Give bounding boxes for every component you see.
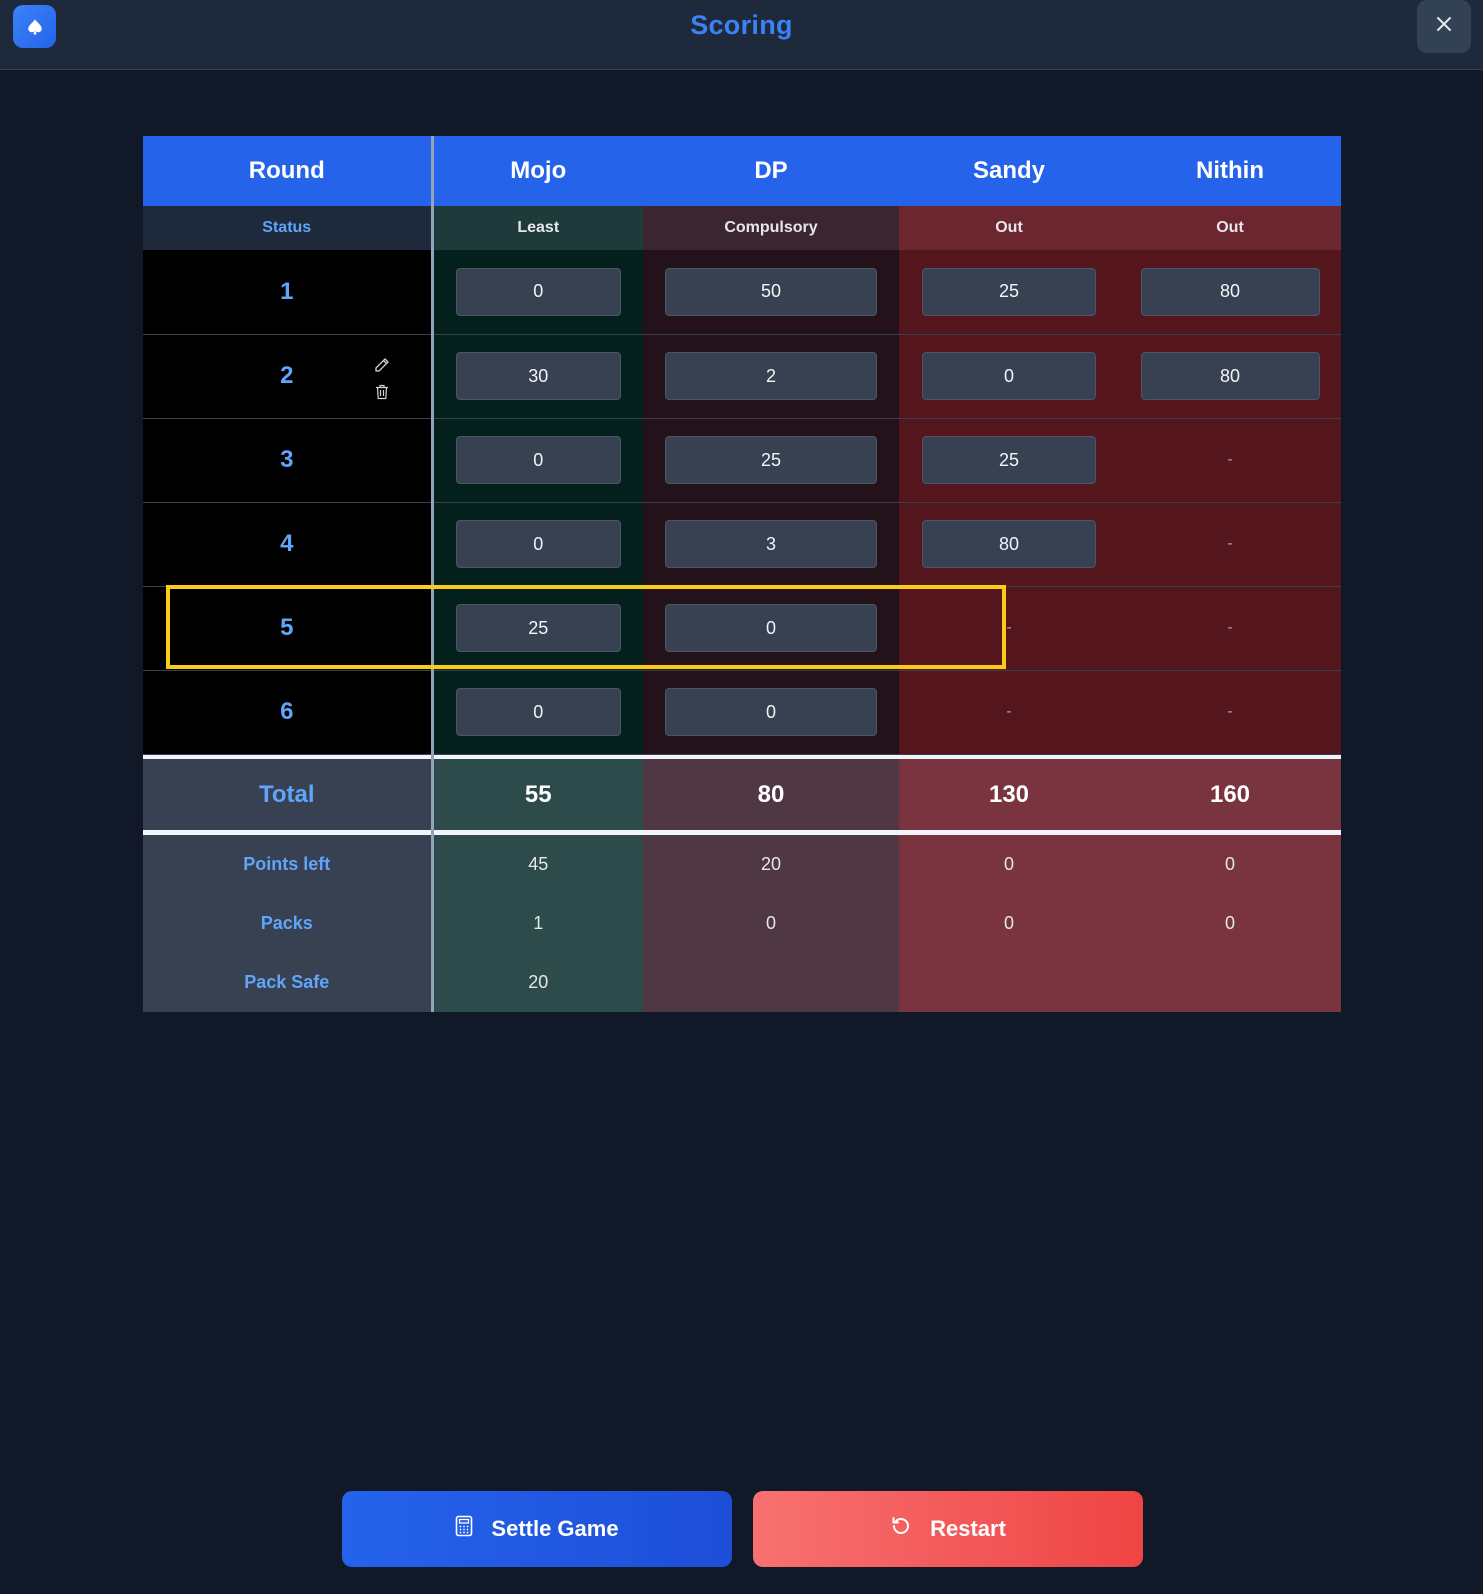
top-bar: Scoring — [0, 0, 1483, 70]
round-number: 2 — [280, 362, 294, 389]
score-input[interactable]: 25 — [922, 267, 1096, 316]
empty-score: - — [1227, 703, 1233, 720]
edit-pencil-icon[interactable] — [374, 357, 390, 378]
page-title: Scoring — [690, 10, 793, 40]
score-input[interactable]: 0 — [665, 604, 877, 652]
round-number: 6 — [280, 698, 294, 725]
header-player-sandy: Sandy — [899, 136, 1119, 206]
pack-safe-value — [1119, 953, 1341, 1012]
packs-value: 1 — [432, 894, 643, 953]
status-dp: Compulsory — [643, 206, 899, 250]
calculator-icon — [455, 1515, 473, 1543]
packs-value: 0 — [899, 894, 1119, 953]
total-sandy: 130 — [899, 759, 1119, 830]
points-left-label: Points left — [143, 835, 434, 894]
row-actions — [373, 357, 391, 405]
score-input[interactable]: 80 — [1140, 352, 1320, 400]
points-left-value: 45 — [432, 835, 643, 894]
status-nithin: Out — [1119, 206, 1341, 250]
status-sandy: Out — [899, 206, 1119, 250]
score-input[interactable]: 30 — [455, 352, 621, 400]
round-row: 1 0 50 25 80 — [143, 250, 1341, 335]
score-input[interactable]: 0 — [922, 352, 1096, 400]
score-input[interactable]: 80 — [922, 520, 1096, 568]
pack-safe-value: 20 — [432, 953, 643, 1012]
packs-row: Packs 1 0 0 0 — [143, 894, 1341, 953]
round-row: 5 25 0 - - — [143, 586, 1341, 671]
round-number: 1 — [280, 277, 294, 305]
header-round: Round — [143, 136, 434, 206]
empty-score: - — [1227, 619, 1233, 636]
table-header-row: Round Mojo DP Sandy Nithin — [143, 136, 1341, 206]
score-input[interactable]: 0 — [665, 688, 877, 736]
empty-score: - — [1227, 535, 1233, 552]
empty-score: - — [1006, 703, 1012, 720]
round-row: 3 0 25 25 - — [143, 418, 1341, 503]
total-nithin: 160 — [1119, 759, 1341, 830]
round-row: 4 0 3 80 - — [143, 502, 1341, 587]
close-icon — [1436, 16, 1452, 37]
pack-safe-value — [643, 953, 899, 1012]
status-label: Status — [143, 206, 434, 250]
score-table: Round Mojo DP Sandy Nithin Status Least … — [143, 136, 1341, 1012]
header-player-mojo: Mojo — [432, 136, 643, 206]
round-number: 5 — [280, 614, 294, 641]
score-input[interactable]: 2 — [665, 352, 877, 400]
round-row: 6 0 0 - - — [143, 670, 1341, 755]
round-row: 2 30 2 0 80 — [143, 334, 1341, 419]
score-input[interactable]: 0 — [455, 267, 621, 316]
points-left-value: 20 — [643, 835, 899, 894]
score-input[interactable]: 0 — [455, 436, 621, 484]
settle-game-label: Settle Game — [491, 1516, 619, 1541]
points-left-value: 0 — [899, 835, 1119, 894]
pack-safe-value — [899, 953, 1119, 1012]
score-input[interactable]: 0 — [455, 520, 621, 568]
status-mojo: Least — [432, 206, 643, 250]
packs-value: 0 — [643, 894, 899, 953]
packs-value: 0 — [1119, 894, 1341, 953]
rotate-ccw-icon — [890, 1515, 912, 1543]
score-input[interactable]: 25 — [455, 604, 621, 652]
score-input[interactable]: 0 — [455, 688, 621, 736]
points-left-row: Points left 45 20 0 0 — [143, 835, 1341, 894]
restart-button[interactable]: Restart — [753, 1491, 1143, 1567]
score-input[interactable]: 80 — [1140, 267, 1320, 316]
packs-label: Packs — [143, 894, 434, 953]
total-label: Total — [143, 759, 434, 830]
score-input[interactable]: 25 — [665, 436, 877, 484]
close-button[interactable] — [1417, 0, 1471, 53]
points-left-value: 0 — [1119, 835, 1341, 894]
score-input[interactable]: 50 — [665, 267, 877, 316]
settle-game-button[interactable]: Settle Game — [342, 1491, 732, 1567]
trash-icon[interactable] — [375, 384, 389, 405]
status-row: Status Least Compulsory Out Out — [143, 206, 1341, 250]
pack-safe-label: Pack Safe — [143, 953, 434, 1012]
restart-label: Restart — [930, 1516, 1006, 1541]
round-number: 3 — [280, 446, 294, 473]
round-number: 4 — [280, 530, 294, 557]
score-input[interactable]: 3 — [665, 520, 877, 568]
total-row: Total 55 80 130 160 — [143, 759, 1341, 830]
total-mojo: 55 — [432, 759, 643, 830]
empty-score: - — [1006, 619, 1012, 636]
score-input[interactable]: 25 — [922, 436, 1096, 484]
header-player-nithin: Nithin — [1119, 136, 1341, 206]
pack-safe-row: Pack Safe 20 — [143, 953, 1341, 1012]
header-player-dp: DP — [643, 136, 899, 206]
total-dp: 80 — [643, 759, 899, 830]
empty-score: - — [1227, 451, 1233, 468]
